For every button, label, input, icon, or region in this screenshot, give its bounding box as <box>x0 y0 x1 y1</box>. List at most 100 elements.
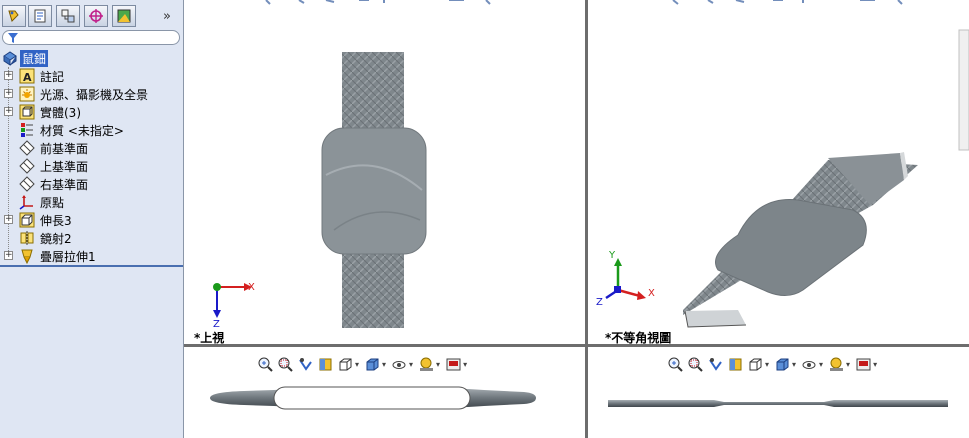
zoom-fit-icon <box>258 357 273 372</box>
dropdown-arrow[interactable]: ▾ <box>765 360 769 369</box>
section-view-icon <box>319 358 332 370</box>
apply-scene-button[interactable] <box>855 356 872 373</box>
viewport-top-view[interactable]: X Z <box>184 0 585 344</box>
dropdown-arrow[interactable]: ▾ <box>792 360 796 369</box>
configuration-manager-tab[interactable] <box>56 5 80 27</box>
previous-view-icon <box>299 357 312 371</box>
hide-show-items-button[interactable] <box>391 356 408 373</box>
origin-icon <box>19 195 33 210</box>
appearance-icon <box>420 357 434 371</box>
viewport-splitter-horizontal[interactable] <box>184 344 969 347</box>
tree-item-front-plane[interactable]: 前基準面 <box>0 139 183 157</box>
zoom-to-area-button[interactable] <box>277 356 294 373</box>
triad-x-label: X <box>248 282 255 293</box>
triad-x-label: X <box>648 288 655 299</box>
material-icon <box>21 123 33 137</box>
expand-toggle[interactable]: + <box>4 71 13 80</box>
property-manager-tab[interactable] <box>28 5 52 27</box>
heads-up-toolbar-bottom-right: ▾ ▾ ▾ ▾ ▾ <box>667 354 879 374</box>
part-name: 鼠鈿 <box>20 49 49 67</box>
orientation-triad-iso: Y X Z <box>596 250 655 308</box>
viewport-isometric-view[interactable]: Y X Z <box>588 0 969 344</box>
configuration-icon <box>61 9 75 23</box>
tree-item-label: 鏡射2 <box>40 231 72 246</box>
plane-icon <box>19 140 35 156</box>
section-view-button[interactable] <box>317 356 334 373</box>
previous-view-icon <box>709 357 722 371</box>
tree-item-label: 上基準面 <box>40 159 89 174</box>
tree-separator <box>0 265 183 267</box>
section-view-icon <box>729 358 742 370</box>
dropdown-arrow[interactable]: ▾ <box>846 360 850 369</box>
eye-icon <box>392 360 406 369</box>
dropdown-arrow[interactable]: ▾ <box>873 360 877 369</box>
dropdown-arrow[interactable]: ▾ <box>436 360 440 369</box>
dimxpert-tab[interactable] <box>84 5 108 27</box>
tree-item-right-plane[interactable]: 右基準面 <box>0 175 183 193</box>
scene-icon <box>856 358 871 370</box>
tree-item-label: 疊層拉伸1 <box>40 249 96 264</box>
graphics-area[interactable]: X Z *上視 Y X Z *不等角視圖 ▾ ▾ ▾ ▾ ▾ ▾ ▾ ▾ ▾ ▾ <box>184 0 969 438</box>
apply-scene-button[interactable] <box>445 356 462 373</box>
manager-tabs: » <box>0 3 183 29</box>
tree-item-label: 前基準面 <box>40 141 89 156</box>
expand-toggle[interactable]: + <box>4 107 13 116</box>
scene-icon <box>446 358 461 370</box>
expand-toggle[interactable]: + <box>4 215 13 224</box>
feature-manager-tab[interactable] <box>2 5 26 27</box>
plane-icon <box>19 176 35 192</box>
part-isometric <box>683 152 918 328</box>
zoom-to-area-button[interactable] <box>687 356 704 373</box>
edit-appearance-button[interactable] <box>418 356 435 373</box>
more-tabs-button[interactable]: » <box>163 9 171 24</box>
solid-bodies-icon <box>19 104 35 120</box>
expand-toggle[interactable]: + <box>4 251 13 260</box>
tree-item-label: 實體(3) <box>40 105 81 120</box>
feature-tree-icon <box>8 10 19 22</box>
tree-item-extrude3[interactable]: + 伸長3 <box>0 211 183 229</box>
dropdown-arrow[interactable]: ▾ <box>355 360 359 369</box>
dropdown-arrow[interactable]: ▾ <box>409 360 413 369</box>
tree-filter-input[interactable] <box>2 30 180 45</box>
part-front-view <box>608 400 948 407</box>
display-style-button[interactable] <box>364 356 381 373</box>
orientation-triad-top: X Z <box>213 282 255 330</box>
expand-toggle[interactable]: + <box>4 89 13 98</box>
tree-item-loft1[interactable]: + 疊層拉伸1 <box>0 247 183 265</box>
lights-icon <box>19 86 35 102</box>
triad-z-label: Z <box>596 297 603 308</box>
tree-root[interactable]: 鼠鈿 <box>0 49 183 67</box>
view-orientation-button[interactable] <box>747 356 764 373</box>
hide-show-items-button[interactable] <box>801 356 818 373</box>
crosshair-icon <box>89 9 103 23</box>
tree-item-origin[interactable]: 原點 <box>0 193 183 211</box>
triad-y-label: Y <box>608 250 616 261</box>
tree-item-solid-bodies[interactable]: + 實體(3) <box>0 103 183 121</box>
plane-icon <box>19 158 35 174</box>
tree-item-mirror2[interactable]: 鏡射2 <box>0 229 183 247</box>
tree-item-annotations[interactable]: + A 註記 <box>0 67 183 85</box>
zoom-to-fit-button[interactable] <box>667 356 684 373</box>
tree-item-material[interactable]: 材質 <未指定> <box>0 121 183 139</box>
dropdown-arrow[interactable]: ▾ <box>463 360 467 369</box>
mirror-icon <box>20 231 34 245</box>
edit-appearance-button[interactable] <box>828 356 845 373</box>
annotation-icon: A <box>19 68 35 84</box>
viewport-scrollbar <box>958 29 969 151</box>
display-style-button[interactable] <box>774 356 791 373</box>
tree-item-top-plane[interactable]: 上基準面 <box>0 157 183 175</box>
tree-item-label: 原點 <box>40 195 65 210</box>
eye-icon <box>802 360 816 369</box>
dropdown-arrow[interactable]: ▾ <box>819 360 823 369</box>
previous-view-button[interactable] <box>297 356 314 373</box>
display-manager-tab[interactable] <box>112 5 136 27</box>
section-view-button[interactable] <box>727 356 744 373</box>
view-orientation-button[interactable] <box>337 356 354 373</box>
zoom-to-fit-button[interactable] <box>257 356 274 373</box>
tree-item-lights[interactable]: + 光源、攝影機及全景 <box>0 85 183 103</box>
viewport-label-top: *上視 <box>194 331 225 345</box>
display-style-icon <box>776 358 789 370</box>
dropdown-arrow[interactable]: ▾ <box>382 360 386 369</box>
tree-item-label: 註記 <box>40 69 65 84</box>
previous-view-button[interactable] <box>707 356 724 373</box>
